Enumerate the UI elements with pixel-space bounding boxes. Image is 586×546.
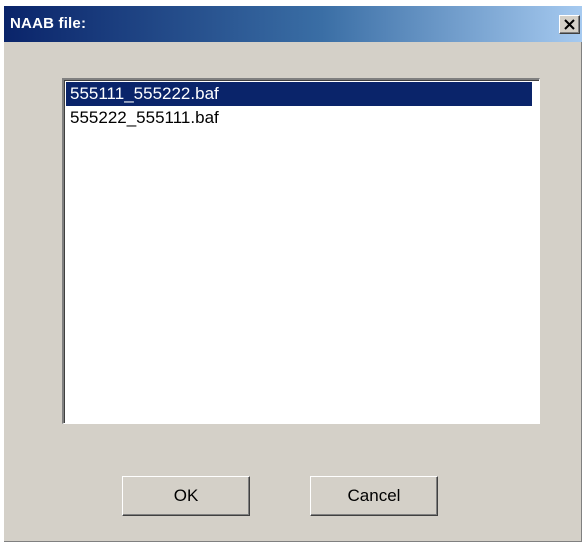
dialog-title: NAAB file:: [10, 15, 87, 32]
list-item[interactable]: 555111_555222.baf: [66, 82, 532, 106]
naab-file-dialog: NAAB file: 555111_555222.baf 555222_5551…: [4, 6, 582, 542]
cancel-button[interactable]: Cancel: [310, 476, 438, 516]
file-listbox[interactable]: 555111_555222.baf 555222_555111.baf: [62, 78, 540, 424]
ok-button[interactable]: OK: [122, 476, 250, 516]
close-icon: [564, 19, 575, 30]
close-button[interactable]: [559, 15, 580, 34]
title-bar[interactable]: NAAB file:: [4, 6, 582, 42]
list-item[interactable]: 555222_555111.baf: [66, 106, 532, 130]
